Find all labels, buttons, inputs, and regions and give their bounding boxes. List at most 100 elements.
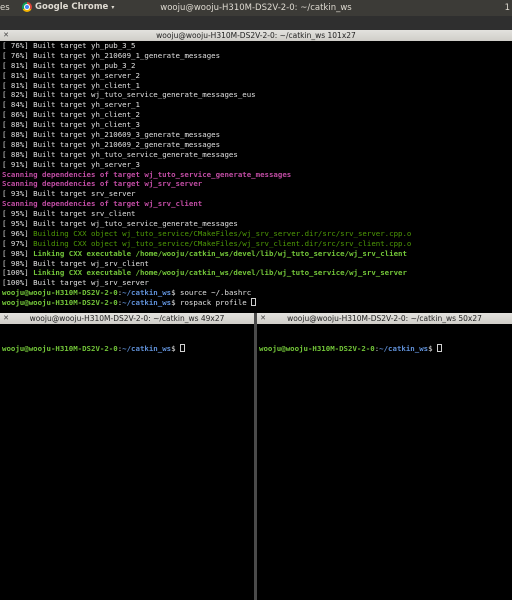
output-text: Building CXX object wj_tuto_service/CMak… [33,228,412,238]
progress-percent: [ 76%] [2,50,34,60]
output-text: Built target srv_client [33,209,136,219]
prompt-line: wooju@wooju-H310M-DS2V-2-0:~/catkin_ws$ [259,343,512,354]
left-terminal-titlebar[interactable]: ✕ wooju@wooju-H310M-DS2V-2-0: ~/catkin_w… [0,313,254,324]
output-text: Built target yh_server_1 [33,100,140,110]
prompt-symbol: $ [171,343,181,353]
text-cursor [180,343,186,352]
output-text: Built target yh_server_2 [33,70,140,80]
panel-indicator[interactable]: 1 [505,3,510,13]
output-line: Scanning dependencies of target wj_srv_s… [2,179,512,189]
progress-percent: [ 88%] [2,149,34,159]
output-line: [ 86%] Built target yh_client_2 [2,110,512,120]
command-text: rospack profile [180,298,252,308]
progress-percent: [ 76%] [2,41,34,50]
output-text: Scanning dependencies of target wj_tuto_… [2,169,292,179]
progress-percent: [100%] [2,268,34,278]
prompt-user: wooju@wooju-H310M-DS2V-2-0 [2,298,118,308]
prompt-user: wooju@wooju-H310M-DS2V-2-0 [2,343,118,353]
output-text: Built target yh_client_1 [33,80,140,90]
progress-percent: [ 81%] [2,60,34,70]
output-line: [ 81%] Built target yh_server_2 [2,71,512,81]
progress-percent: [ 86%] [2,110,34,120]
output-line: [ 88%] Built target yh_tuto_service_gene… [2,150,512,160]
prompt-line: wooju@wooju-H310M-DS2V-2-0:~/catkin_ws$ [2,343,254,354]
output-text: Linking CXX executable /home/wooju/catki… [33,248,407,258]
command-text: source ~/.bashrc [180,288,252,298]
output-text: Built target yh_tuto_service_generate_me… [33,149,238,159]
prompt-line: wooju@wooju-H310M-DS2V-2-0:~/catkin_ws$ … [2,288,512,298]
right-terminal-title: wooju@wooju-H310M-DS2V-2-0: ~/catkin_ws … [287,314,482,323]
progress-percent: [ 96%] [2,228,34,238]
text-cursor [437,343,443,352]
progress-percent: [ 84%] [2,100,34,110]
progress-percent: [ 98%] [2,258,34,268]
output-line: [100%] Linking CXX executable /home/wooj… [2,268,512,278]
top-panel: es Google Chrome ▾ wooju@wooju-H310M-DS2… [0,0,512,16]
left-terminal-title: wooju@wooju-H310M-DS2V-2-0: ~/catkin_ws … [29,314,225,323]
main-terminal-titlebar[interactable]: ✕ wooju@wooju-H310M-DS2V-2-0: ~/catkin_w… [0,30,512,41]
output-line: [ 81%] Built target yh_pub_3_2 [2,61,512,71]
output-text: Built target yh_pub_3_5 [33,41,136,50]
prompt-symbol: $ [428,343,438,353]
output-line: Scanning dependencies of target wj_tuto_… [2,170,512,180]
output-text: Built target srv_server [33,189,136,199]
main-terminal-title: wooju@wooju-H310M-DS2V-2-0: ~/catkin_ws … [156,31,356,40]
output-text: Built target yh_pub_3_2 [33,60,136,70]
close-icon[interactable]: ✕ [3,32,9,39]
prompt-symbol: $ [171,298,181,308]
output-line: [ 88%] Built target yh_client_3 [2,120,512,130]
output-line: [ 98%] Built target wj_srv_client [2,259,512,269]
prompt-symbol: $ [171,288,181,298]
progress-percent: [ 81%] [2,70,34,80]
prompt-user: wooju@wooju-H310M-DS2V-2-0 [259,343,375,353]
output-line: [100%] Built target wj_srv_server [2,278,512,288]
progress-percent: [ 95%] [2,209,34,219]
window-title: wooju@wooju-H310M-DS2V-2-0: ~/catkin_ws [160,3,352,13]
left-terminal[interactable]: wooju@wooju-H310M-DS2V-2-0:~/catkin_ws$ [0,324,254,600]
progress-percent: [ 88%] [2,120,34,130]
progress-percent: [ 91%] [2,159,34,169]
output-text: Built target yh_server_3 [33,159,140,169]
output-text: Built target yh_210609_3_generate_messag… [33,130,221,140]
output-line: Scanning dependencies of target wj_srv_c… [2,199,512,209]
output-line: [ 82%] Built target wj_tuto_service_gene… [2,90,512,100]
output-line: [ 98%] Linking CXX executable /home/wooj… [2,249,512,259]
output-line: [ 81%] Built target yh_client_1 [2,81,512,91]
prompt-path: ~/catkin_ws [379,343,429,353]
right-terminal-titlebar[interactable]: ✕ wooju@wooju-H310M-DS2V-2-0: ~/catkin_w… [257,313,512,324]
prompt-user: wooju@wooju-H310M-DS2V-2-0 [2,288,118,298]
output-line: [ 95%] Built target srv_client [2,209,512,219]
prompt-path: ~/catkin_ws [122,343,172,353]
output-line: [ 88%] Built target yh_210609_2_generate… [2,140,512,150]
output-text: Scanning dependencies of target wj_srv_s… [2,179,203,189]
output-line: [ 88%] Built target yh_210609_3_generate… [2,130,512,140]
output-text: Built target wj_tuto_service_generate_me… [33,90,256,100]
main-terminal[interactable]: [ 76%] Built target yh_pub_3_5[ 76%] Bui… [0,41,512,313]
progress-percent: [ 88%] [2,139,34,149]
progress-percent: [100%] [2,278,34,288]
output-line: [ 84%] Built target yh_server_1 [2,100,512,110]
output-line: [ 76%] Built target yh_210609_1_generate… [2,51,512,61]
progress-percent: [ 98%] [2,248,34,258]
text-cursor [251,298,257,307]
close-icon[interactable]: ✕ [260,315,266,322]
prompt-path: ~/catkin_ws [122,288,172,298]
prompt-line: wooju@wooju-H310M-DS2V-2-0:~/catkin_ws$ … [2,298,512,308]
progress-percent: [ 82%] [2,90,34,100]
output-text: Built target wj_tuto_service_generate_me… [33,219,238,229]
right-terminal[interactable]: wooju@wooju-H310M-DS2V-2-0:~/catkin_ws$ [257,324,512,600]
output-text: Built target wj_srv_client [33,258,149,268]
close-icon[interactable]: ✕ [3,315,9,322]
output-line: [ 95%] Built target wj_tuto_service_gene… [2,219,512,229]
output-text: Scanning dependencies of target wj_srv_c… [2,199,203,209]
progress-percent: [ 88%] [2,130,34,140]
progress-percent: [ 93%] [2,189,34,199]
output-line: [ 97%] Building CXX object wj_tuto_servi… [2,239,512,249]
output-text: Linking CXX executable /home/wooju/catki… [33,268,407,278]
output-line: [ 96%] Building CXX object wj_tuto_servi… [2,229,512,239]
output-text: Building CXX object wj_tuto_service/CMak… [33,238,412,248]
output-line: [ 76%] Built target yh_pub_3_5 [2,41,512,51]
output-line: [ 91%] Built target yh_server_3 [2,160,512,170]
progress-percent: [ 97%] [2,238,34,248]
output-text: Built target wj_srv_server [33,278,149,288]
